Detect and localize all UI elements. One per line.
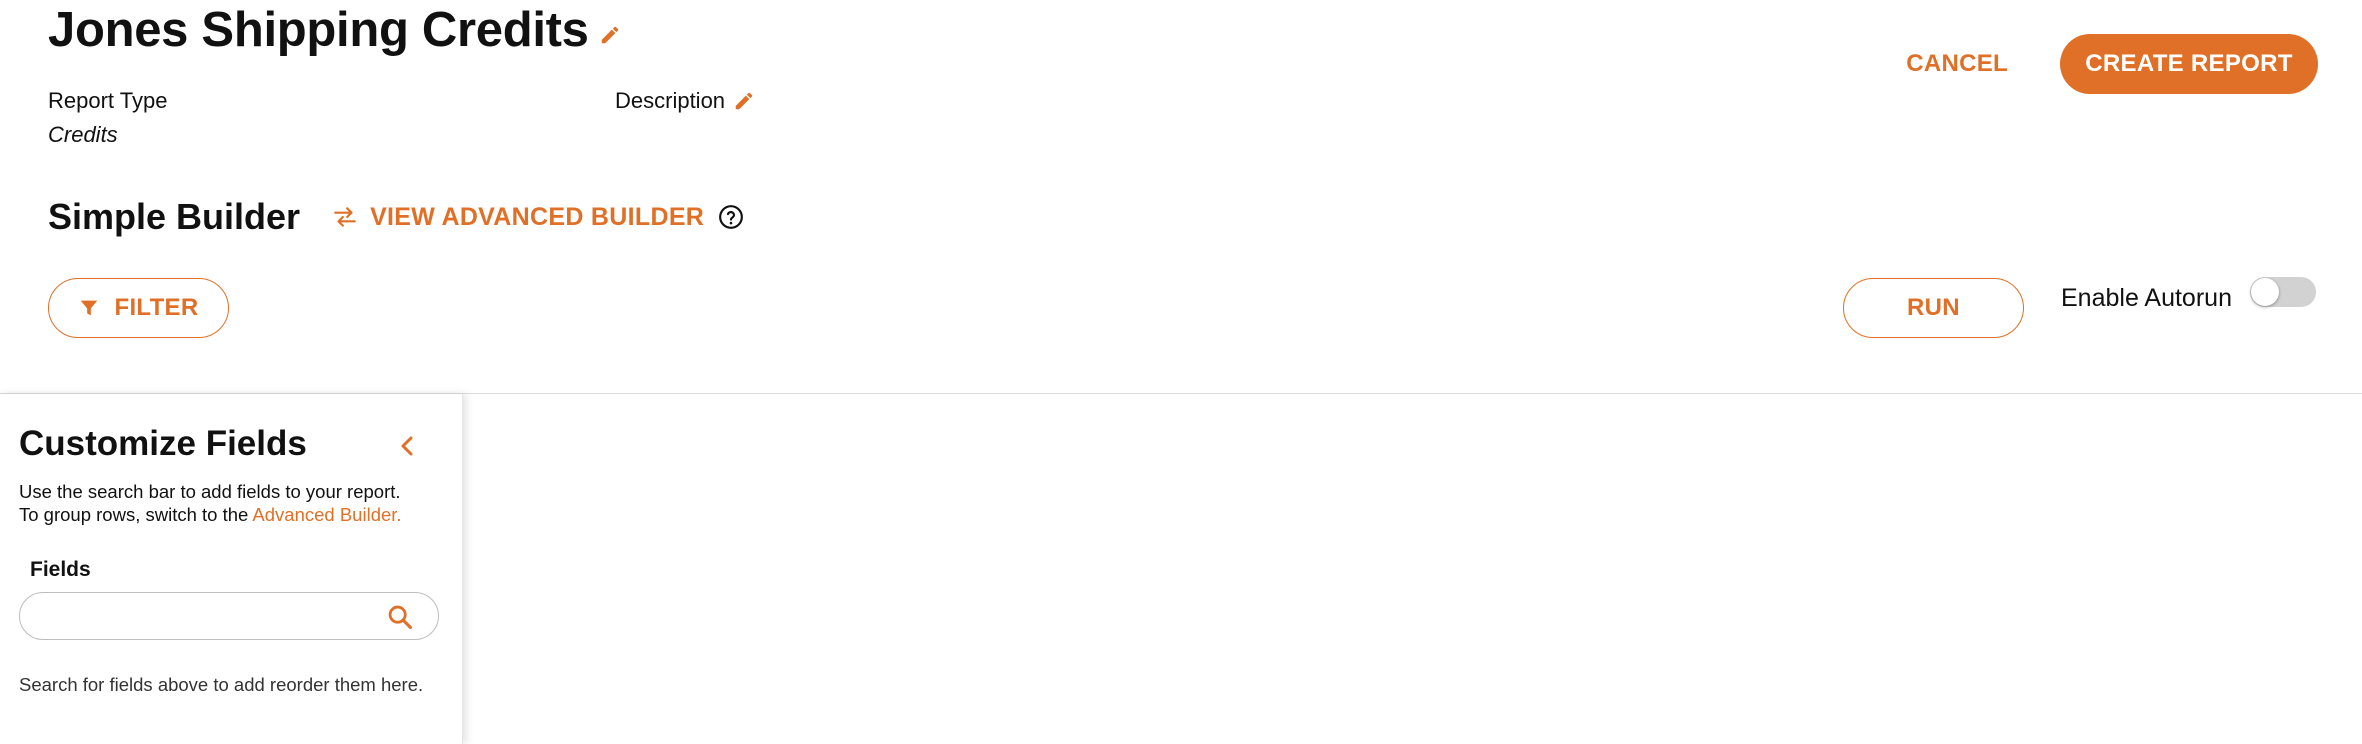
swap-arrows-icon: [334, 207, 356, 227]
filter-label: FILTER: [114, 294, 199, 321]
panel-title: Customize Fields: [19, 424, 307, 463]
filter-button[interactable]: FILTER: [48, 278, 229, 338]
autorun-control: Enable Autorun: [2061, 276, 2316, 313]
search-icon[interactable]: [386, 603, 414, 631]
autorun-toggle[interactable]: [2249, 276, 2316, 307]
report-type-value: Credits: [48, 122, 118, 147]
description: Description: [615, 88, 755, 114]
report-builder-page: Jones Shipping Credits Report Type Credi…: [0, 0, 2362, 744]
report-title: Jones Shipping Credits: [48, 3, 589, 57]
fields-label: Fields: [30, 558, 91, 581]
header-actions: CANCEL CREATE REPORT: [1906, 34, 2318, 94]
report-type-label: Report Type: [48, 88, 168, 113]
question-circle-icon[interactable]: [718, 204, 744, 230]
autorun-label: Enable Autorun: [2061, 284, 2232, 312]
builder-row: Simple Builder VIEW ADVANCED BUILDER: [48, 196, 744, 238]
create-report-button[interactable]: CREATE REPORT: [2060, 34, 2318, 94]
funnel-icon: [81, 300, 98, 316]
fields-search: [19, 592, 439, 640]
pencil-icon[interactable]: [599, 24, 621, 46]
pencil-icon[interactable]: [733, 90, 755, 112]
advanced-builder-label: VIEW ADVANCED BUILDER: [370, 202, 705, 231]
fields-search-input[interactable]: [36, 593, 376, 638]
help-line-1: Use the search bar to add fields to your…: [19, 481, 401, 502]
customize-fields-panel: Customize Fields Use the search bar to a…: [0, 394, 463, 744]
help-line-2: To group rows, switch to the Advanced Bu…: [19, 503, 459, 526]
view-advanced-builder-link[interactable]: VIEW ADVANCED BUILDER: [332, 203, 704, 232]
report-type: Report Type Credits: [48, 88, 167, 148]
builder-title: Simple Builder: [48, 196, 301, 237]
run-button[interactable]: RUN: [1843, 278, 2024, 338]
advanced-builder-link[interactable]: Advanced Builder.: [252, 504, 401, 525]
panel-help-text: Use the search bar to add fields to your…: [19, 480, 459, 526]
cancel-button[interactable]: CANCEL: [1906, 50, 2008, 78]
toggle-knob: [2250, 277, 2279, 306]
title-row: Jones Shipping Credits: [48, 2, 621, 58]
help-line-2-prefix: To group rows, switch to the: [19, 504, 253, 525]
empty-fields-message: Search for fields above to add reorder t…: [19, 674, 424, 695]
chevron-left-icon[interactable]: [396, 434, 420, 458]
description-label: Description: [615, 88, 726, 113]
